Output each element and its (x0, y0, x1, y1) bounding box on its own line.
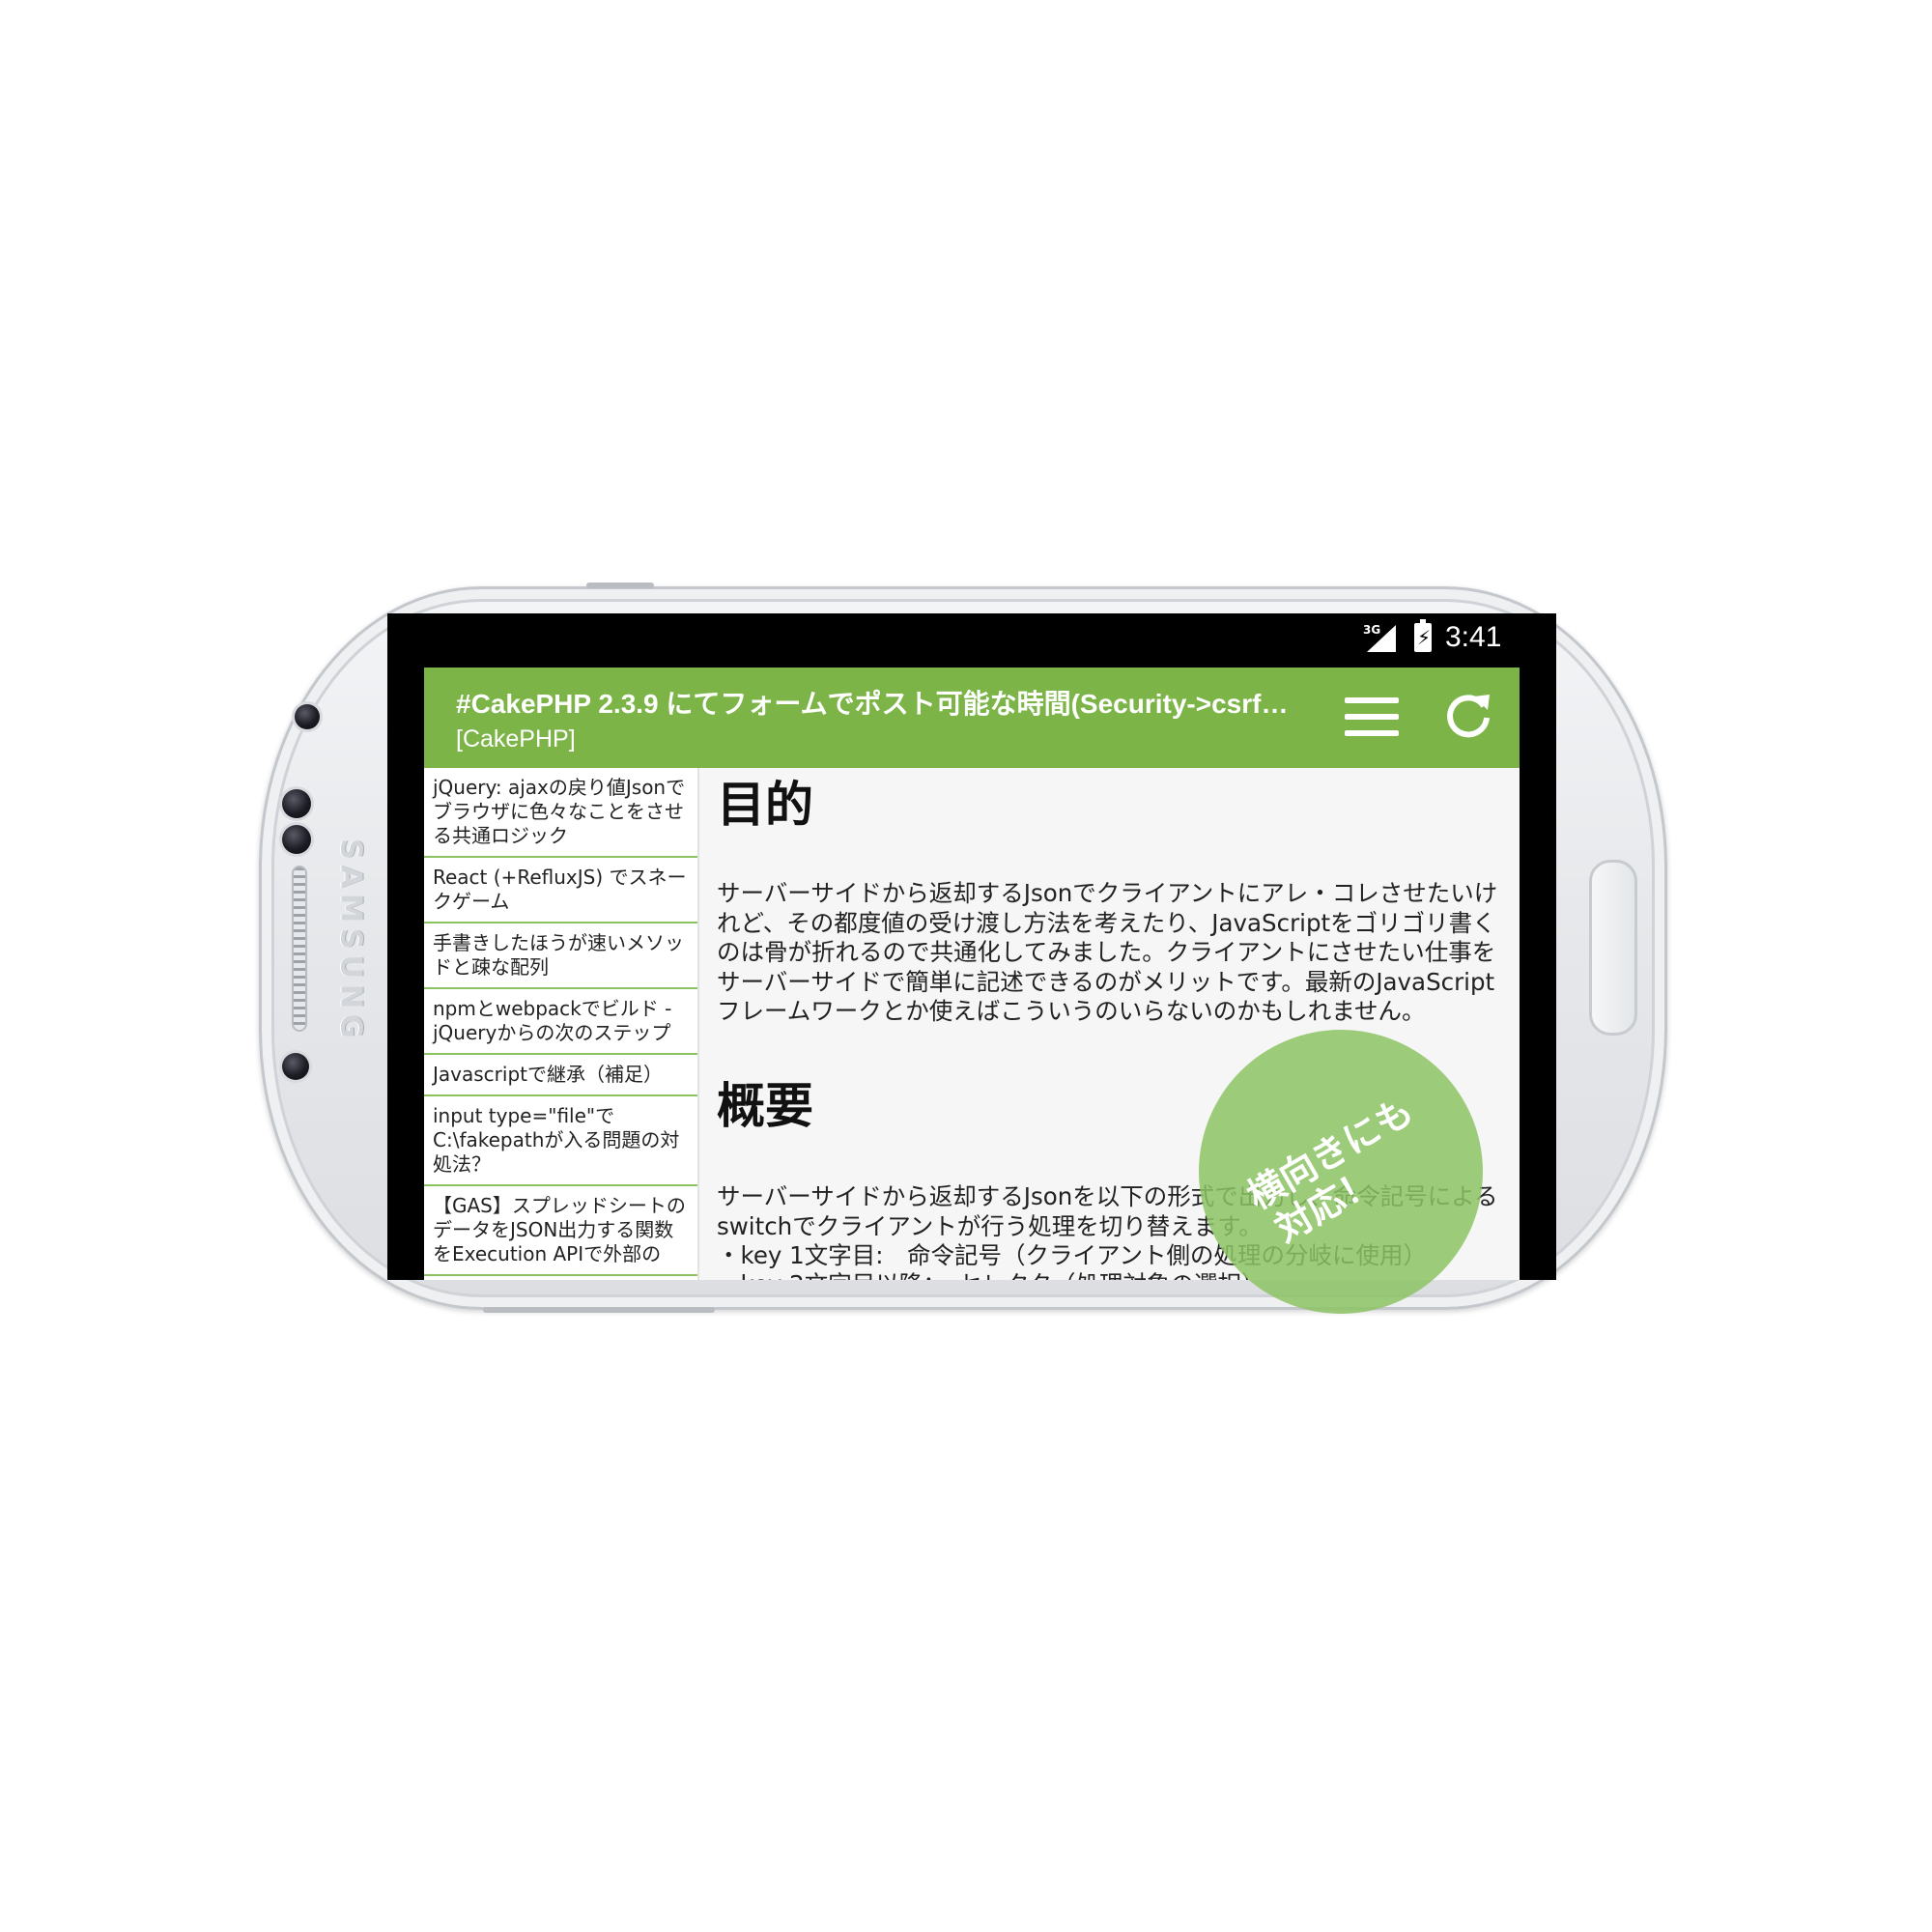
hamburger-menu-icon[interactable] (1345, 697, 1399, 736)
notification-led-icon (282, 1053, 309, 1080)
category-label[interactable]: [CakePHP] (456, 725, 576, 753)
refresh-icon[interactable] (1441, 689, 1495, 743)
status-bar: 3G ⚡ 3:41 (387, 613, 1556, 668)
list-item[interactable]: React (+RefluxJS) でスネークゲーム (424, 858, 697, 923)
proximity-sensor-icon (282, 789, 311, 818)
power-button (586, 582, 654, 588)
list-item[interactable]: Javascriptで継承（補足） (424, 1055, 697, 1096)
page-title: #CakePHP 2.3.9 にてフォームでポスト可能な時間(Security-… (456, 689, 1306, 719)
volume-button (483, 1307, 715, 1313)
earpiece-speaker (292, 866, 307, 1032)
bullet-item: ・key 2文字目以降： セレクタ（処理対象の選択） (717, 1270, 1265, 1280)
light-sensor-icon (282, 825, 311, 854)
action-bar: #CakePHP 2.3.9 にてフォームでポスト可能な時間(Security-… (424, 668, 1520, 768)
home-button[interactable] (1589, 860, 1637, 1036)
front-camera-icon (295, 704, 320, 729)
signal-icon: 3G (1361, 623, 1396, 652)
landscape-support-badge: 横向きにも 対応！ (1199, 1030, 1483, 1314)
list-item[interactable]: npmとwebpackでビルド - jQueryからの次のステップ (424, 989, 697, 1055)
list-item[interactable]: input type="file"でC:\fakepathが入る問題の対処法？ (424, 1096, 697, 1186)
list-item[interactable]: 【GAS】スプレッドシートのデータをJSON出力する関数をExecution A… (424, 1186, 697, 1276)
article-list: jQuery: ajaxの戻り値Jsonでブラウザに色々なことをさせる共通ロジッ… (424, 768, 699, 1280)
list-item[interactable]: jQuery: ajaxの戻り値Jsonでブラウザに色々なことをさせる共通ロジッ… (424, 768, 697, 858)
heading-overview: 概要 (717, 1078, 813, 1134)
list-item[interactable]: 手書きしたほうが速いメソッドと疎な配列 (424, 923, 697, 989)
status-time: 3:41 (1445, 621, 1502, 653)
heading-purpose: 目的 (717, 777, 813, 833)
battery-charging-icon: ⚡ (1414, 619, 1432, 652)
